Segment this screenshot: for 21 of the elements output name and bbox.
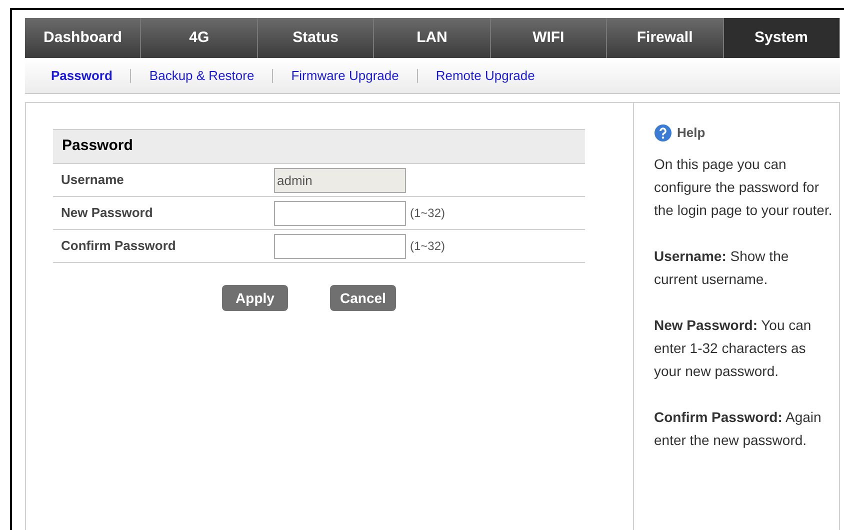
help-title: Help [677, 124, 706, 142]
section-header: Password [53, 129, 585, 164]
form-button[interactable]: Cancel [330, 285, 396, 311]
field-label: New Password [61, 204, 154, 222]
help-text: On this page you can configure the password for the login page to your router. [654, 154, 833, 220]
sub-tab[interactable]: Remote Upgrade [436, 66, 535, 86]
length-hint: (1~32) [410, 205, 446, 222]
length-hint: (1~32) [410, 238, 446, 255]
help-text: New Password: You can enter 1-32 characters as your new password. [654, 316, 812, 381]
help-text: Username: Show the current username. [654, 246, 790, 288]
sub-tab[interactable]: Password [51, 66, 112, 86]
input-field[interactable] [274, 200, 406, 226]
help-text: Confirm Password: Again enter the new password. [654, 408, 822, 450]
field-label: Confirm Password [61, 237, 177, 256]
field-label: Username [61, 171, 125, 190]
nav-tab[interactable]: System [724, 18, 840, 58]
input-field[interactable] [274, 234, 406, 258]
sub-tab[interactable]: Backup & Restore [149, 66, 254, 86]
sub-tab[interactable]: Firmware Upgrade [291, 66, 399, 86]
form-button[interactable]: Apply [222, 285, 288, 311]
help-icon [654, 124, 672, 142]
